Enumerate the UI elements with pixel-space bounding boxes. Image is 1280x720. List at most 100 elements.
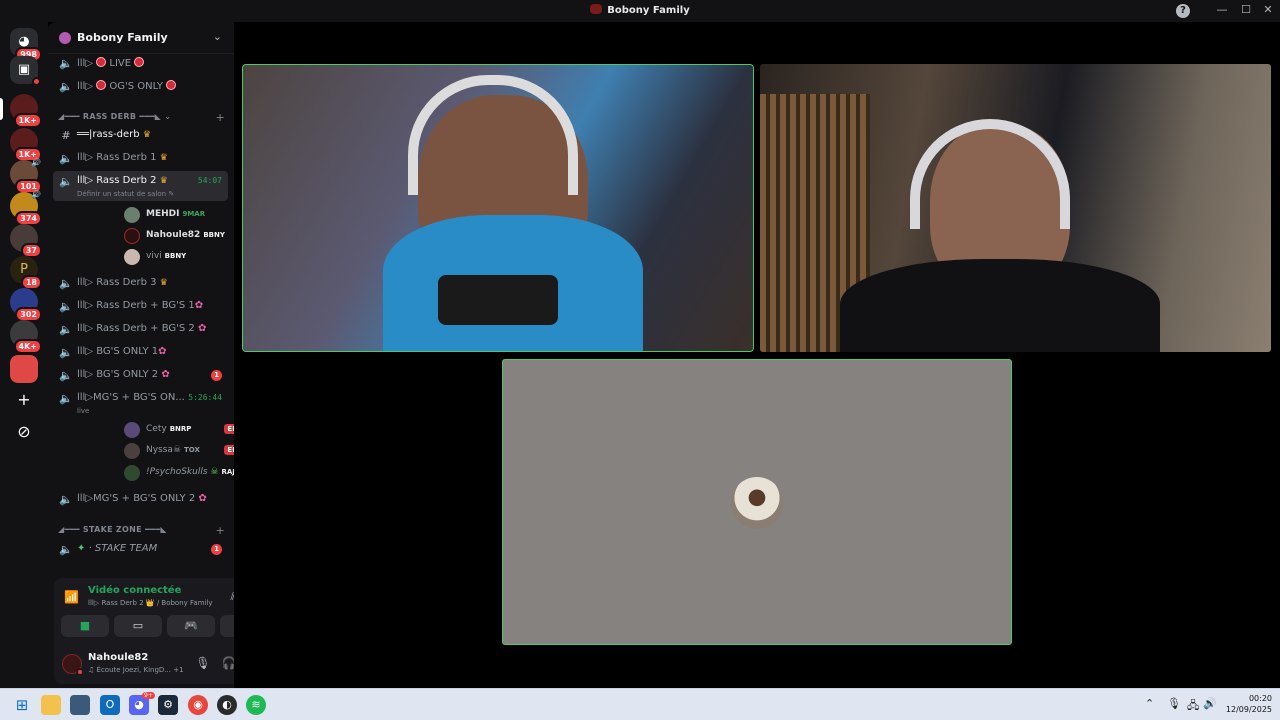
hashtag-icon: # xyxy=(61,129,71,142)
app-icon[interactable] xyxy=(70,695,90,715)
user-tag: BBNY xyxy=(203,231,225,239)
server-icon[interactable]: 1K+ xyxy=(10,94,42,128)
user-name: vivi xyxy=(146,251,162,261)
crown-icon: ♛ xyxy=(159,278,168,288)
server-icon[interactable]: 🔊 374 xyxy=(10,190,42,226)
windows-start-icon[interactable]: ⊞ xyxy=(12,695,32,715)
category-label: ◢━━━ STAKE ZONE ━━━◣ xyxy=(58,525,167,534)
speaker-icon: 🔊 xyxy=(31,190,41,199)
headset-shape xyxy=(408,75,578,195)
server-rail: ◕ 998 ▣ 1K+ 1K+ 🔊 101 🔊 374 37 P 18 302 4K+ … xyxy=(0,22,48,688)
add-server-icon[interactable]: + xyxy=(10,386,38,414)
channel-rass-derb-3[interactable]: 🔈 lll▷ Rass Derb 3 ♛ xyxy=(53,273,228,294)
outlook-icon[interactable]: O xyxy=(100,695,120,715)
video-tile[interactable] xyxy=(242,64,754,352)
window-title-text: Bobony Family xyxy=(607,5,690,16)
guild-header[interactable]: Bobony Family ⌄ xyxy=(48,22,234,54)
channel-name: lll▷MG'S + BG'S ON... xyxy=(77,392,185,403)
network-icon[interactable]: 🖧 xyxy=(1187,697,1199,716)
video-tile[interactable] xyxy=(760,64,1271,352)
red-dot-icon xyxy=(96,57,107,67)
activity-button[interactable]: 🎮 xyxy=(167,615,215,637)
user-name: !PsychoSkulls xyxy=(146,467,208,477)
channel-name: lll▷MG'S + BG'S ONLY 2 xyxy=(77,493,196,504)
leaf-icon: ✦ xyxy=(77,543,86,554)
selected-server-indicator xyxy=(0,98,3,120)
channel-rass-derb-bgs-2[interactable]: 🔈 lll▷ Rass Derb + BG'S 2 ✿ xyxy=(53,319,228,340)
channel-bgs-only-1[interactable]: 🔈 lll▷ BG'S ONLY 1✿ xyxy=(53,342,228,363)
inbox-button[interactable]: ▣ xyxy=(10,56,41,86)
steam-icon[interactable]: ⚙ xyxy=(158,695,178,715)
category-rass-derb[interactable]: ◢━━━ RASS DERB ━━━◣ ⌄ + xyxy=(58,111,228,126)
app-icon[interactable]: ◐ xyxy=(217,695,237,715)
screen-share-button[interactable]: ▭ xyxy=(114,615,162,637)
minimize-button[interactable]: — xyxy=(1212,2,1232,18)
server-icon[interactable]: 37 xyxy=(10,224,42,258)
channel-label: lll▷ Rass Derb + BG'S 2 ✿ xyxy=(77,323,206,334)
mention-badge: 1 xyxy=(211,544,222,555)
channel-status[interactable]: Définir un statut de salon ✎ xyxy=(77,190,174,198)
speaker-icon: 🔈 xyxy=(59,346,73,359)
avatar xyxy=(731,477,783,529)
text-channel-rass-derb[interactable]: # ══|rass-derb ♛ xyxy=(53,125,228,146)
voice-user-name: Cety BNRP xyxy=(146,424,191,434)
channel-label: lll▷ BG'S ONLY 1✿ xyxy=(77,346,167,357)
avatar xyxy=(124,443,140,459)
file-explorer-icon[interactable] xyxy=(41,695,61,715)
direct-messages-button[interactable]: ◕ 998 xyxy=(10,28,42,62)
video-tile-camera-off[interactable] xyxy=(502,359,1012,645)
server-folder[interactable]: 4K+ xyxy=(10,320,42,354)
avatar xyxy=(124,465,140,481)
channel-mgs-bgs-1[interactable]: 🔈 lll▷MG'S + BG'S ON... 5:26:44 live xyxy=(53,388,228,416)
channel-name: lll▷ Rass Derb + BG'S 1 xyxy=(77,300,195,311)
speaker-icon: 🔈 xyxy=(59,369,73,382)
active-server-icon[interactable] xyxy=(10,355,38,383)
notification-badge: 9+ xyxy=(142,692,155,699)
channel-stake-team[interactable]: 🔈 ✦ · STAKE TEAM 1 xyxy=(53,539,228,560)
signal-icon[interactable]: 📶 xyxy=(64,590,79,604)
channel-bgs-only-2[interactable]: 🔈 lll▷ BG'S ONLY 2 ✿ 1 xyxy=(53,365,228,386)
close-button[interactable]: ✕ xyxy=(1258,2,1278,18)
channel-name: lll▷ Rass Derb 3 xyxy=(77,277,157,288)
speaker-icon: 🔈 xyxy=(59,80,73,93)
category-stake-zone[interactable]: ◢━━━ STAKE ZONE ━━━◣ + xyxy=(58,524,228,539)
speaker-icon: 🔈 xyxy=(59,392,73,405)
spotify-icon[interactable]: ≋ xyxy=(246,695,266,715)
video-call-area xyxy=(234,22,1280,688)
avatar xyxy=(124,422,140,438)
help-icon[interactable]: ? xyxy=(1176,4,1190,18)
channel-mgs-bgs-2[interactable]: 🔈 lll▷MG'S + BG'S ONLY 2 ✿ xyxy=(53,489,228,510)
microphone-icon[interactable]: 🎙 xyxy=(194,656,212,674)
voice-location[interactable]: lll▷ Rass Derb 2 👑 / Bobony Family xyxy=(88,599,213,607)
window-title: Bobony Family xyxy=(0,4,1280,16)
discover-icon[interactable]: ⊘ xyxy=(10,418,38,446)
channel-rass-derb-bgs-1[interactable]: 🔈 lll▷ Rass Derb + BG'S 1✿ xyxy=(53,296,228,317)
server-icon[interactable]: 1K+ xyxy=(10,128,42,162)
chevron-up-icon[interactable]: ⌃ xyxy=(1145,697,1154,710)
speaker-icon: 🔈 xyxy=(59,323,73,336)
channel-name: OG'S ONLY xyxy=(109,81,164,92)
flower-icon: ✿ xyxy=(198,493,207,504)
notification-badge: 1K+ xyxy=(13,113,42,128)
camera-button[interactable]: ■ xyxy=(61,615,109,637)
server-icon[interactable]: 🔊 101 xyxy=(10,158,42,194)
chrome-icon[interactable]: ◉ xyxy=(188,695,208,715)
channel-rass-derb-1[interactable]: 🔈 lll▷ Rass Derb 1 ♛ xyxy=(53,148,228,169)
call-timer: 54:07 xyxy=(197,176,222,185)
channel-rass-derb-2[interactable]: 🔈 lll▷ Rass Derb 2 ♛ 54:07 Définir un statu… xyxy=(53,171,228,201)
activity-extra: +1 xyxy=(173,666,184,674)
server-icon[interactable]: P 18 xyxy=(10,256,42,290)
add-channel-icon[interactable]: + xyxy=(215,524,225,537)
microphone-icon[interactable]: 🎙 xyxy=(1167,697,1181,710)
volume-icon[interactable]: 🔊 xyxy=(1203,697,1217,710)
channel-name: lll▷ BG'S ONLY 1 xyxy=(77,346,159,357)
system-clock[interactable]: 00:20 12/09/2025 xyxy=(1226,693,1272,715)
avatar xyxy=(124,249,140,265)
channel-live[interactable]: 🔈 lll▷ LIVE xyxy=(53,53,228,74)
add-channel-icon[interactable]: + xyxy=(215,111,225,124)
avatar xyxy=(124,228,140,244)
red-dot-icon xyxy=(166,80,177,90)
maximize-button[interactable]: ☐ xyxy=(1236,2,1256,18)
server-icon[interactable]: 302 xyxy=(10,288,42,322)
channel-og-only[interactable]: 🔈 lll▷ OG'S ONLY xyxy=(53,76,228,97)
